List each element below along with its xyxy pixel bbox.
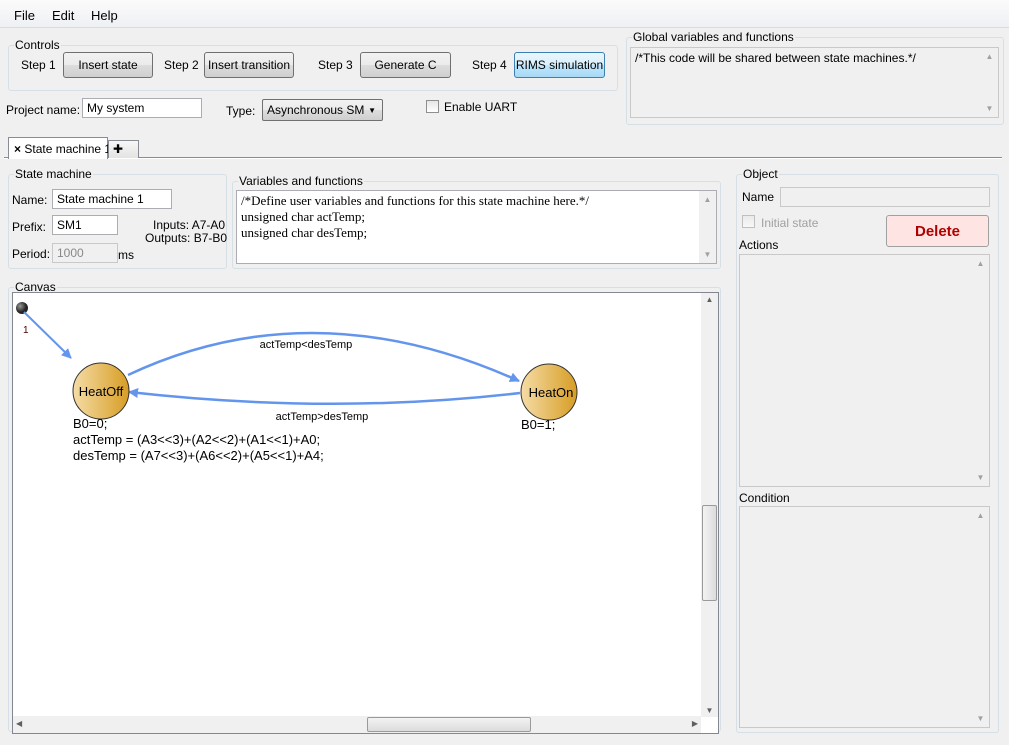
condition-label: Condition — [739, 491, 790, 505]
object-name-input — [780, 187, 990, 207]
project-name-label: Project name: — [6, 103, 81, 117]
menu-edit[interactable]: Edit — [52, 8, 74, 23]
canvas[interactable]: 1 actTemp<desTemp actTemp>desTemp HeatOf… — [12, 292, 719, 734]
plus-icon: ✚ — [113, 142, 124, 156]
tab-divider — [4, 157, 1002, 159]
controls-title: Controls — [14, 38, 61, 52]
type-value: Asynchronous SM — [267, 103, 365, 117]
scroll-left-icon[interactable]: ◀ — [16, 719, 22, 728]
global-variables-title: Global variables and functions — [632, 30, 795, 44]
prefix-label: Prefix: — [12, 220, 47, 234]
state-action: actTemp = (A3<<3)+(A2<<2)+(A1<<1)+A0; — [73, 432, 320, 447]
type-select[interactable]: Asynchronous SM ▼ — [262, 99, 383, 121]
delete-button[interactable]: Delete — [886, 215, 989, 247]
tab-label: State machine 1 — [24, 142, 112, 156]
state-machine-title: State machine — [14, 167, 93, 181]
menu-help[interactable]: Help — [91, 8, 118, 23]
add-tab-button[interactable]: ✚ — [108, 140, 139, 158]
scroll-up-icon[interactable]: ▲ — [701, 295, 718, 304]
chevron-down-icon: ▼ — [368, 105, 376, 115]
enable-uart-label: Enable UART — [444, 100, 518, 114]
initial-state-dot[interactable] — [16, 302, 28, 314]
state-action: desTemp = (A7<<3)+(A6<<2)+(A5<<1)+A4; — [73, 448, 324, 463]
step-1-label: Step 1 — [21, 58, 56, 72]
rims-simulation-button[interactable]: RIMS simulation — [514, 52, 605, 78]
scroll-thumb[interactable] — [367, 717, 531, 732]
actions-textarea[interactable]: ▲ ▼ — [739, 254, 990, 487]
insert-transition-button[interactable]: Insert transition — [204, 52, 294, 78]
actions-label: Actions — [739, 238, 779, 252]
initial-state-label: Initial state — [761, 216, 819, 230]
step-4-label: Step 4 — [472, 58, 507, 72]
canvas-diagram: 1 actTemp<desTemp actTemp>desTemp HeatOf… — [16, 302, 578, 463]
transition-condition[interactable]: actTemp>desTemp — [276, 411, 369, 423]
global-code-text: /*This code will be shared between state… — [635, 51, 916, 65]
vertical-scrollbar[interactable]: ▲ ▼ — [701, 293, 718, 717]
code-line: unsigned char desTemp; — [241, 225, 368, 240]
period-label: Period: — [12, 247, 51, 261]
scrollbar[interactable]: ▲ ▼ — [972, 507, 989, 727]
initial-state-checkbox — [742, 215, 755, 228]
menu-file[interactable]: File — [14, 8, 35, 23]
object-name-label: Name — [742, 190, 775, 204]
object-title: Object — [742, 167, 779, 181]
close-icon[interactable]: × — [14, 142, 21, 156]
scrollbar[interactable]: ▲ ▼ — [981, 48, 998, 117]
initial-label: 1 — [23, 325, 29, 336]
scroll-down-icon[interactable]: ▼ — [701, 706, 718, 715]
outputs-label: Outputs: B7-B0 — [145, 231, 228, 245]
global-code-textarea[interactable]: /*This code will be shared between state… — [630, 47, 999, 118]
enable-uart-checkbox[interactable] — [426, 100, 439, 113]
transition-condition[interactable]: actTemp<desTemp — [260, 339, 353, 351]
state-name: HeatOff — [79, 384, 124, 399]
step-2-label: Step 2 — [164, 58, 199, 72]
tab-state-machine-1[interactable]: × State machine 1 — [8, 137, 112, 159]
sm-name-label: Name: — [12, 193, 48, 207]
prefix-input[interactable]: SM1 — [52, 215, 118, 235]
horizontal-scrollbar[interactable]: ◀ ▶ — [13, 716, 701, 733]
initial-transition-arrow[interactable] — [23, 311, 72, 359]
scroll-right-icon[interactable]: ▶ — [692, 719, 698, 728]
generate-c-button[interactable]: Generate C — [360, 52, 451, 78]
scrollbar[interactable]: ▲ ▼ — [699, 191, 716, 263]
code-line: unsigned char actTemp; — [241, 209, 365, 224]
period-unit: ms — [118, 248, 134, 262]
variables-textarea[interactable]: /*Define user variables and functions fo… — [236, 190, 717, 264]
sm-name-input[interactable]: State machine 1 — [52, 189, 172, 209]
period-input: 1000 — [52, 243, 118, 263]
scrollbar[interactable]: ▲ ▼ — [972, 255, 989, 486]
project-name-input[interactable]: My system — [82, 98, 202, 118]
variables-title: Variables and functions — [238, 174, 364, 188]
code-line: /*Define user variables and functions fo… — [241, 193, 589, 208]
condition-textarea[interactable]: ▲ ▼ — [739, 506, 990, 728]
transition-heaton-heatoff[interactable] — [128, 388, 521, 405]
state-name: HeatOn — [529, 385, 574, 400]
insert-state-button[interactable]: Insert state — [63, 52, 153, 78]
step-3-label: Step 3 — [318, 58, 353, 72]
state-action: B0=0; — [73, 416, 107, 431]
scroll-thumb[interactable] — [702, 505, 717, 601]
state-action: B0=1; — [521, 417, 555, 432]
type-label: Type: — [226, 104, 256, 118]
inputs-label: Inputs: A7-A0 — [153, 218, 226, 232]
menu-bar: File Edit Help — [0, 0, 1009, 28]
